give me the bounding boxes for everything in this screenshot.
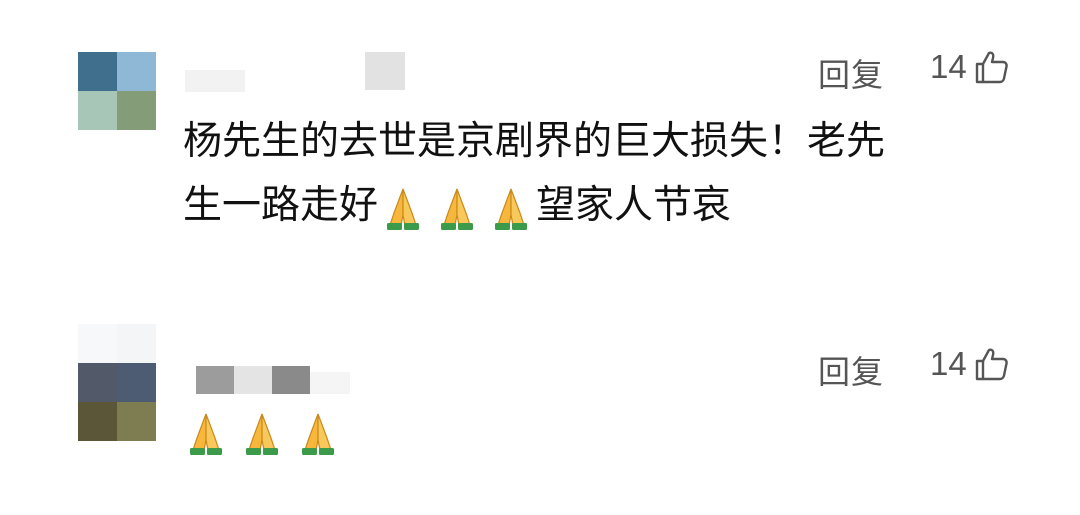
folded-hands-emoji: [495, 188, 528, 230]
like-count: 14: [930, 48, 967, 85]
avatar-mosaic-cell: [78, 91, 117, 130]
comment-emoji-text: [183, 410, 341, 456]
avatar-mosaic-cell: [78, 324, 117, 363]
avatar[interactable]: [78, 52, 156, 130]
thumbs-up-icon: [973, 346, 1009, 382]
comment-text-line2-end: 望家人节哀: [536, 183, 732, 228]
username-mosaic-block: [272, 366, 310, 394]
avatar-mosaic-cell: [117, 363, 156, 402]
like-button[interactable]: 14: [930, 48, 1009, 86]
folded-hands-emoji: [190, 413, 222, 455]
reply-button[interactable]: 回复: [818, 347, 884, 393]
username-blurred[interactable]: [196, 362, 350, 394]
username-mosaic-block: [310, 372, 350, 394]
folded-hands-emoji: [302, 413, 334, 455]
like-button[interactable]: 14: [930, 345, 1009, 383]
username-mosaic-block: [234, 366, 272, 394]
emoji-group: [380, 185, 534, 231]
thumbs-up-icon: [973, 49, 1009, 85]
like-count: 14: [930, 345, 967, 382]
comment-text-line2-start: 生一路走好: [183, 183, 379, 228]
avatar-mosaic-cell: [117, 324, 156, 363]
folded-hands-emoji: [246, 413, 278, 455]
username-mosaic-block: [196, 366, 234, 394]
reply-button[interactable]: 回复: [818, 50, 884, 96]
username-mosaic-block: [365, 52, 405, 90]
avatar-mosaic-cell: [78, 52, 117, 91]
username-blurred[interactable]: [185, 52, 405, 92]
comment-text: 杨先生的去世是京剧界的巨大损失！老先 生一路走好 望家人节哀: [183, 110, 1013, 238]
avatar-mosaic-cell: [78, 402, 117, 441]
comment-item: 回复 14: [0, 300, 1080, 515]
username-mosaic-block: [185, 70, 245, 92]
comment-text-line1: 杨先生的去世是京剧界的巨大损失！老先: [183, 119, 886, 164]
comment-item: 回复 14 杨先生的去世是京剧界的巨大损失！老先 生一路走好 望家人节哀: [0, 0, 1080, 300]
avatar-mosaic-cell: [117, 402, 156, 441]
folded-hands-emoji: [387, 188, 420, 230]
avatar[interactable]: [78, 324, 156, 441]
avatar-mosaic-cell: [117, 52, 156, 91]
folded-hands-emoji: [441, 188, 474, 230]
avatar-mosaic-cell: [78, 363, 117, 402]
avatar-mosaic-cell: [117, 91, 156, 130]
